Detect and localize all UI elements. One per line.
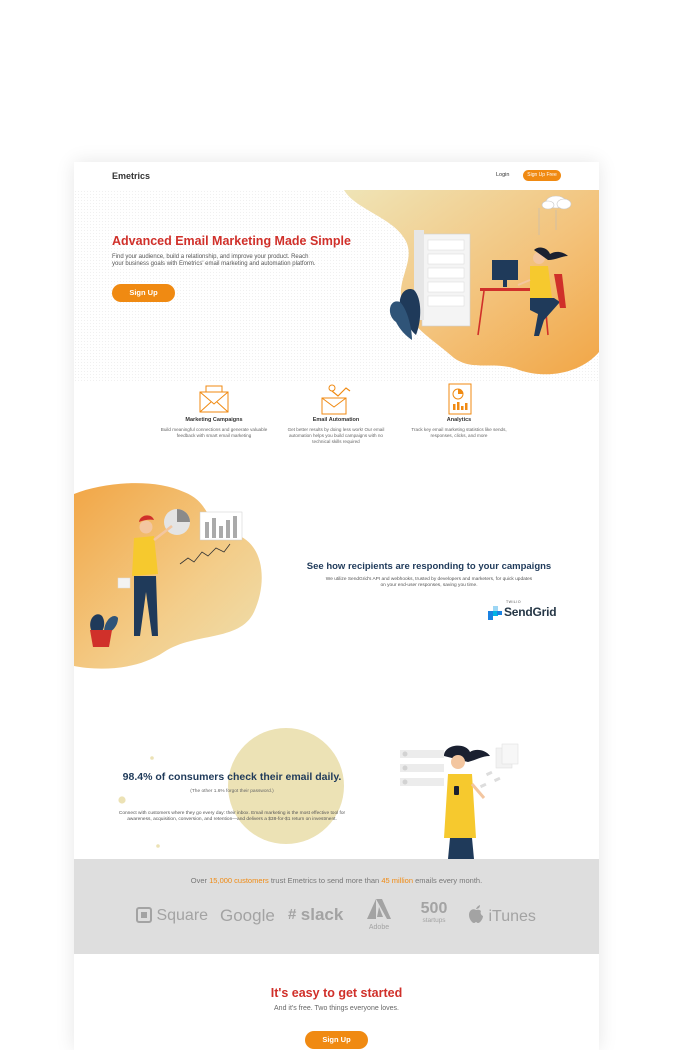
feature-description: Build meaningful connections and generat… <box>160 427 268 438</box>
top-nav: Emetrics Login Sign Up Free <box>74 162 599 190</box>
feature-marketing-campaigns: Marketing Campaigns Build meaningful con… <box>159 382 269 439</box>
sendgrid-wordmark: SendGrid <box>504 605 557 619</box>
hero-subtitle: Find your audience, build a relationship… <box>112 254 316 268</box>
500-startups-logo: 500 startups <box>417 900 451 925</box>
square-wordmark: Square <box>156 907 209 924</box>
trust-section: Over 15,000 customers trust Emetrics to … <box>74 859 599 954</box>
slack-logo: # slack <box>288 905 343 925</box>
feature-email-automation: Email Automation Get better results by d… <box>281 382 391 445</box>
apple-icon <box>469 905 483 923</box>
features-row: Marketing Campaigns Build meaningful con… <box>74 382 599 478</box>
adobe-icon <box>367 899 391 919</box>
feature-description: Track key email marketing statistics lik… <box>411 427 507 438</box>
hero-section: Advanced Email Marketing Made Simple Fin… <box>74 190 599 382</box>
500-number: 500 <box>420 900 448 917</box>
trust-middle: trust Emetrics to send more than <box>268 876 382 885</box>
login-link[interactable]: Login <box>496 172 509 178</box>
hero-illustration <box>344 190 599 375</box>
customers-count: 15,000 customers <box>209 876 269 885</box>
notification-cards-icon <box>479 743 519 789</box>
pie-chart-icon <box>164 509 190 535</box>
trust-statement: Over 15,000 customers trust Emetrics to … <box>74 876 599 885</box>
sendgrid-mark-icon <box>488 606 502 620</box>
slack-hash-icon: # <box>288 906 297 923</box>
sendgrid-logo: TWILIO SendGrid <box>488 600 564 622</box>
section2-description: We utilize SendGrid's API and webhooks, … <box>325 577 533 588</box>
trust-suffix: emails every month. <box>413 876 483 885</box>
google-logo: Google <box>220 906 275 925</box>
woman-with-phone <box>444 745 490 859</box>
brand-logo[interactable]: Emetrics <box>112 171 150 181</box>
feature-analytics: Analytics Track key email marketing stat… <box>404 382 514 439</box>
hero-signup-button[interactable]: Sign Up <box>112 284 175 302</box>
section2-title: See how recipients are responding to you… <box>306 561 552 572</box>
square-logo: Square <box>136 907 208 925</box>
robot-arm-icon <box>321 384 351 415</box>
responses-section: See how recipients are responding to you… <box>74 482 599 672</box>
bar-chart-icon <box>199 511 243 541</box>
cta-subtitle: And it's free. Two things everyone loves… <box>274 1005 399 1012</box>
signup-free-button[interactable]: Sign Up Free <box>523 170 561 181</box>
page-background: Emetrics Login Sign Up Free Advanced Ema… <box>0 0 675 1050</box>
stat-description: Connect with customers where they go eve… <box>118 811 346 822</box>
twilio-tag: TWILIO <box>506 600 522 604</box>
itunes-logo: iTunes <box>468 905 536 926</box>
client-logos: Square Google # slack Adobe 500 startups… <box>134 899 554 939</box>
square-icon <box>136 907 152 923</box>
checklist-icon <box>400 750 444 786</box>
adobe-wordmark: Adobe <box>368 924 390 931</box>
adobe-logo: Adobe <box>364 899 394 931</box>
woman-phone-illustration <box>400 743 519 859</box>
plant-icon <box>389 289 421 340</box>
envelope-icon <box>199 385 229 413</box>
server-rack-icon <box>414 230 471 327</box>
hero-title: Advanced Email Marketing Made Simple <box>112 234 351 248</box>
stat-footnote: (The other 1.6% forgot their password.) <box>190 789 274 794</box>
feature-title: Email Automation <box>312 417 360 423</box>
cta-title: It's easy to get started <box>270 986 403 1000</box>
feature-description: Get better results by doing less work! O… <box>287 427 385 444</box>
landing-page: Emetrics Login Sign Up Free Advanced Ema… <box>74 162 599 1050</box>
report-chart-icon <box>448 383 472 415</box>
feature-title: Marketing Campaigns <box>185 417 243 423</box>
feature-title: Analytics <box>446 417 472 423</box>
cta-signup-button[interactable]: Sign Up <box>305 1031 368 1049</box>
startups-word: startups <box>422 917 446 924</box>
itunes-wordmark: iTunes <box>488 908 536 925</box>
slack-wordmark: slack <box>300 905 344 924</box>
analytics-illustration <box>74 483 262 669</box>
daily-email-section: 98.4% of consumers check their email dai… <box>74 722 599 859</box>
emails-count: 45 million <box>381 876 413 885</box>
stat-headline: 98.4% of consumers check their email dai… <box>122 771 342 783</box>
trust-prefix: Over <box>190 876 210 885</box>
